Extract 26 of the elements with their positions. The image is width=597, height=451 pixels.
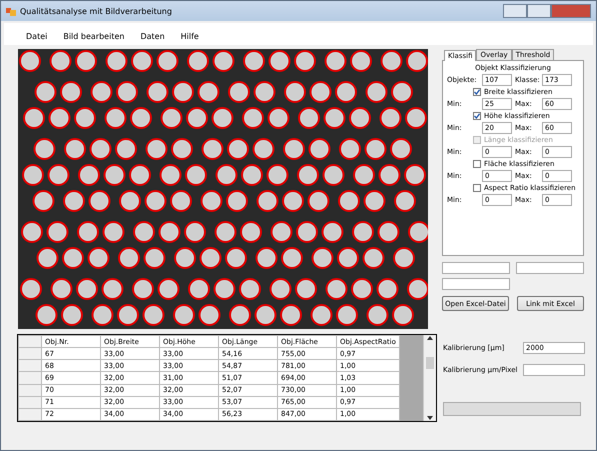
checkbox[interactable] xyxy=(473,88,481,96)
input-field[interactable] xyxy=(523,364,585,376)
row-header[interactable] xyxy=(18,396,42,408)
row-header[interactable] xyxy=(18,408,42,420)
input-field[interactable] xyxy=(442,278,510,290)
row-header[interactable] xyxy=(18,384,42,396)
row-header[interactable] xyxy=(18,360,42,372)
input-field[interactable] xyxy=(516,262,584,274)
checkbox[interactable] xyxy=(473,160,481,168)
window-title: Qualitätsanalyse mit Bildverarbeitung xyxy=(20,6,172,16)
menu-item[interactable]: Hilfe xyxy=(178,30,201,42)
menu-item[interactable]: Datei xyxy=(24,30,50,42)
menu-item[interactable]: Bild bearbeiten xyxy=(61,30,126,42)
scroll-down-icon[interactable] xyxy=(426,415,434,421)
row-header[interactable] xyxy=(18,348,42,360)
scrollbar[interactable] xyxy=(423,335,436,421)
row-header[interactable] xyxy=(18,372,42,384)
menu-item[interactable]: Daten xyxy=(138,30,167,42)
scroll-up-icon[interactable] xyxy=(426,335,434,341)
maximize-button[interactable] xyxy=(527,4,551,18)
checkbox[interactable] xyxy=(473,112,481,120)
input-field[interactable] xyxy=(442,262,510,274)
checkbox[interactable] xyxy=(473,184,481,192)
minimize-button[interactable] xyxy=(503,4,527,18)
app-icon xyxy=(6,6,16,16)
scroll-thumb[interactable] xyxy=(426,357,434,369)
